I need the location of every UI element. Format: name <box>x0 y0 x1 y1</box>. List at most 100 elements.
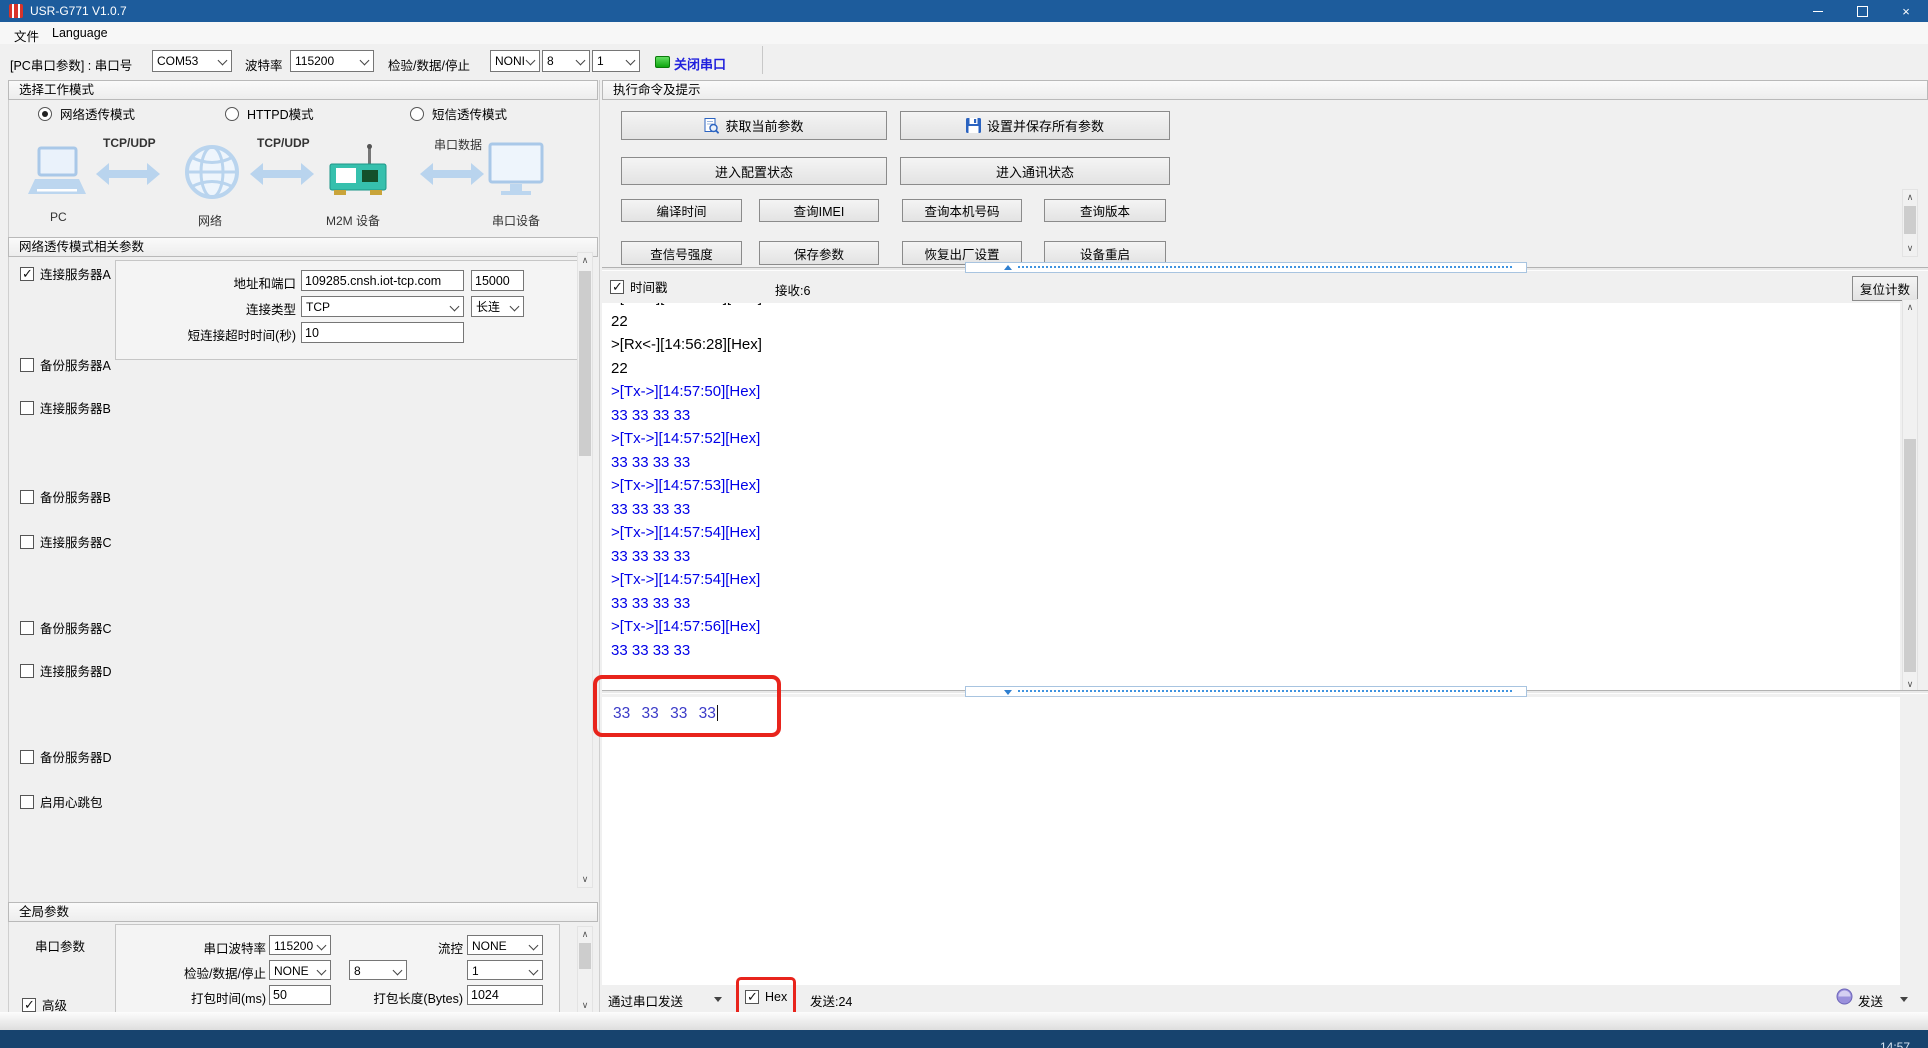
enter-config-state-button[interactable]: 进入配置状态 <box>621 157 887 185</box>
scrollbar-thumb[interactable] <box>579 943 591 969</box>
chevron-down-icon <box>510 302 520 312</box>
query-imei-button[interactable]: 查询IMEI <box>759 199 879 222</box>
checkbox-connect-server-d[interactable]: 连接服务器D <box>20 661 112 680</box>
log-line: 33 33 33 33 <box>611 639 1900 663</box>
close-port-button[interactable]: 关闭串口 <box>674 54 726 73</box>
pack-time-input[interactable] <box>269 985 331 1005</box>
left-panel-scrollbar[interactable]: ∧ ∨ <box>577 252 593 888</box>
log-splitter-handle[interactable] <box>965 262 1527 273</box>
maximize-button[interactable] <box>1840 0 1884 22</box>
commands-section-header: 执行命令及提示 <box>602 80 1928 100</box>
global-stop-bits-select[interactable]: 1 <box>467 960 543 980</box>
com-port-select[interactable]: COM53 <box>152 50 232 72</box>
chevron-down-icon[interactable] <box>1900 997 1908 1002</box>
data-bits-select[interactable]: 8 <box>542 50 590 72</box>
log-line: >[Tx->][14:57:50][Hex] <box>611 380 1900 404</box>
comm-log-view[interactable]: >[Rx<-][14:56:26][Hex] 22 >[Rx<-][14:56:… <box>602 303 1900 690</box>
global-baud-select[interactable]: 115200 <box>269 935 331 955</box>
scrollbar-thumb[interactable] <box>1904 206 1916 234</box>
splitter-collapse-up-icon[interactable] <box>1004 265 1012 270</box>
pack-length-input[interactable] <box>467 985 543 1005</box>
scroll-up-icon[interactable]: ∧ <box>1903 190 1917 205</box>
network-globe-icon <box>184 142 240 202</box>
parity-select[interactable]: NONI <box>490 50 540 72</box>
checkbox-backup-server-d[interactable]: 备份服务器D <box>20 747 112 766</box>
save-params-button[interactable]: 保存参数 <box>759 241 879 265</box>
mode-diagram: PC TCP/UDP 网络 TCP/UDP M2M 设备 串口数据 <box>8 130 598 230</box>
checkbox-backup-server-c[interactable]: 备份服务器C <box>20 618 112 637</box>
signal-strength-button[interactable]: 查信号强度 <box>621 241 742 265</box>
compile-time-button[interactable]: 编译时间 <box>621 199 742 222</box>
address-port-label: 地址和端口 <box>151 273 296 292</box>
checkbox-backup-server-b[interactable]: 备份服务器B <box>20 487 111 506</box>
global-data-bits-select[interactable]: 8 <box>349 960 407 980</box>
checkbox-connect-server-a[interactable]: 连接服务器A <box>20 264 111 283</box>
global-params-scrollbar[interactable]: ∧ ∨ <box>577 926 593 1014</box>
checkbox-icon <box>20 401 34 415</box>
splitter-collapse-down-icon[interactable] <box>1004 690 1012 695</box>
scroll-down-icon[interactable]: ∨ <box>1903 241 1917 256</box>
radio-httpd-mode[interactable]: HTTPD模式 <box>225 104 314 123</box>
checkbox-connect-server-c[interactable]: 连接服务器C <box>20 532 112 551</box>
radio-net-passthrough-mode[interactable]: 网络透传模式 <box>38 104 135 123</box>
scrollbar-thumb[interactable] <box>579 271 591 456</box>
scroll-down-icon[interactable]: ∨ <box>578 872 592 887</box>
scroll-up-icon[interactable]: ∧ <box>1903 300 1917 315</box>
tcp-udp-label-1: TCP/UDP <box>103 136 156 150</box>
checkbox-connect-server-b[interactable]: 连接服务器B <box>20 398 111 417</box>
send-splitter-handle[interactable] <box>965 686 1527 697</box>
chevron-down-icon <box>450 302 460 312</box>
keep-mode-select[interactable]: 长连 <box>471 296 524 317</box>
chevron-down-icon[interactable] <box>714 997 722 1002</box>
server-a-address-input[interactable] <box>301 270 464 291</box>
short-conn-timeout-input[interactable] <box>301 322 464 343</box>
radio-label: 短信透传模式 <box>432 104 507 123</box>
conn-type-label: 连接类型 <box>151 299 296 318</box>
log-scrollbar[interactable]: ∧ ∨ <box>1902 299 1918 693</box>
close-button[interactable]: × <box>1884 0 1928 22</box>
minimize-button[interactable] <box>1796 0 1840 22</box>
checkbox-hex[interactable]: Hex <box>745 990 787 1004</box>
send-button[interactable]: 发送 <box>1858 991 1883 1010</box>
get-params-button[interactable]: 获取当前参数 <box>621 111 887 140</box>
menu-language[interactable]: Language <box>48 25 112 41</box>
menu-file[interactable]: 文件 <box>10 25 43 46</box>
checkbox-checked-icon <box>745 990 759 1004</box>
baud-rate-select[interactable]: 115200 <box>290 50 374 72</box>
global-baud-label: 串口波特率 <box>141 938 266 957</box>
pc-icon <box>28 146 86 200</box>
enter-comm-state-button[interactable]: 进入通讯状态 <box>900 157 1170 185</box>
arrow-icon <box>96 162 160 186</box>
flow-control-select[interactable]: NONE <box>467 935 543 955</box>
server-a-port-input[interactable] <box>471 270 524 291</box>
scroll-up-icon[interactable]: ∧ <box>578 927 592 942</box>
global-parity-select[interactable]: NONE <box>269 960 331 980</box>
conn-type-select[interactable]: TCP <box>301 296 464 317</box>
scroll-up-icon[interactable]: ∧ <box>578 253 592 268</box>
set-save-params-button[interactable]: 设置并保存所有参数 <box>900 111 1170 140</box>
scrollbar-thumb[interactable] <box>1904 439 1916 672</box>
button-label: 设备重启 <box>1080 244 1130 263</box>
checkbox-checked-icon <box>22 998 36 1012</box>
send-via-serial-dropdown[interactable]: 通过串口发送 <box>608 991 683 1010</box>
query-phone-number-button[interactable]: 查询本机号码 <box>902 199 1022 222</box>
checkbox-enable-heartbeat[interactable]: 启用心跳包 <box>20 792 103 811</box>
taskbar-clock: 14:57 <box>1880 1040 1910 1048</box>
pc-serial-label: [PC串口参数] : 串口号 <box>10 55 132 74</box>
checkbox-icon <box>20 664 34 678</box>
query-version-button[interactable]: 查询版本 <box>1044 199 1166 222</box>
radio-sms-passthrough-mode[interactable]: 短信透传模式 <box>410 104 507 123</box>
chevron-down-icon <box>526 56 536 66</box>
global-serial-params-panel: 串口波特率 115200 流控 NONE 检验/数据/停止 NONE 8 1 打… <box>115 924 560 1014</box>
log-line: 22 <box>611 310 1900 334</box>
app-logo-icon <box>9 4 23 18</box>
checkbox-backup-server-a[interactable]: 备份服务器A <box>20 355 111 374</box>
reset-count-button[interactable]: 复位计数 <box>1852 276 1918 301</box>
commands-scrollbar[interactable]: ∧ ∨ <box>1902 189 1918 257</box>
checkbox-icon <box>20 795 34 809</box>
checkbox-timestamp[interactable]: 时间戳 <box>610 277 668 296</box>
scroll-down-icon[interactable]: ∨ <box>578 998 592 1013</box>
send-input-area[interactable]: 33 33 33 33 <box>602 697 1900 985</box>
stop-bits-select[interactable]: 1 <box>592 50 640 72</box>
radio-icon <box>410 107 424 121</box>
